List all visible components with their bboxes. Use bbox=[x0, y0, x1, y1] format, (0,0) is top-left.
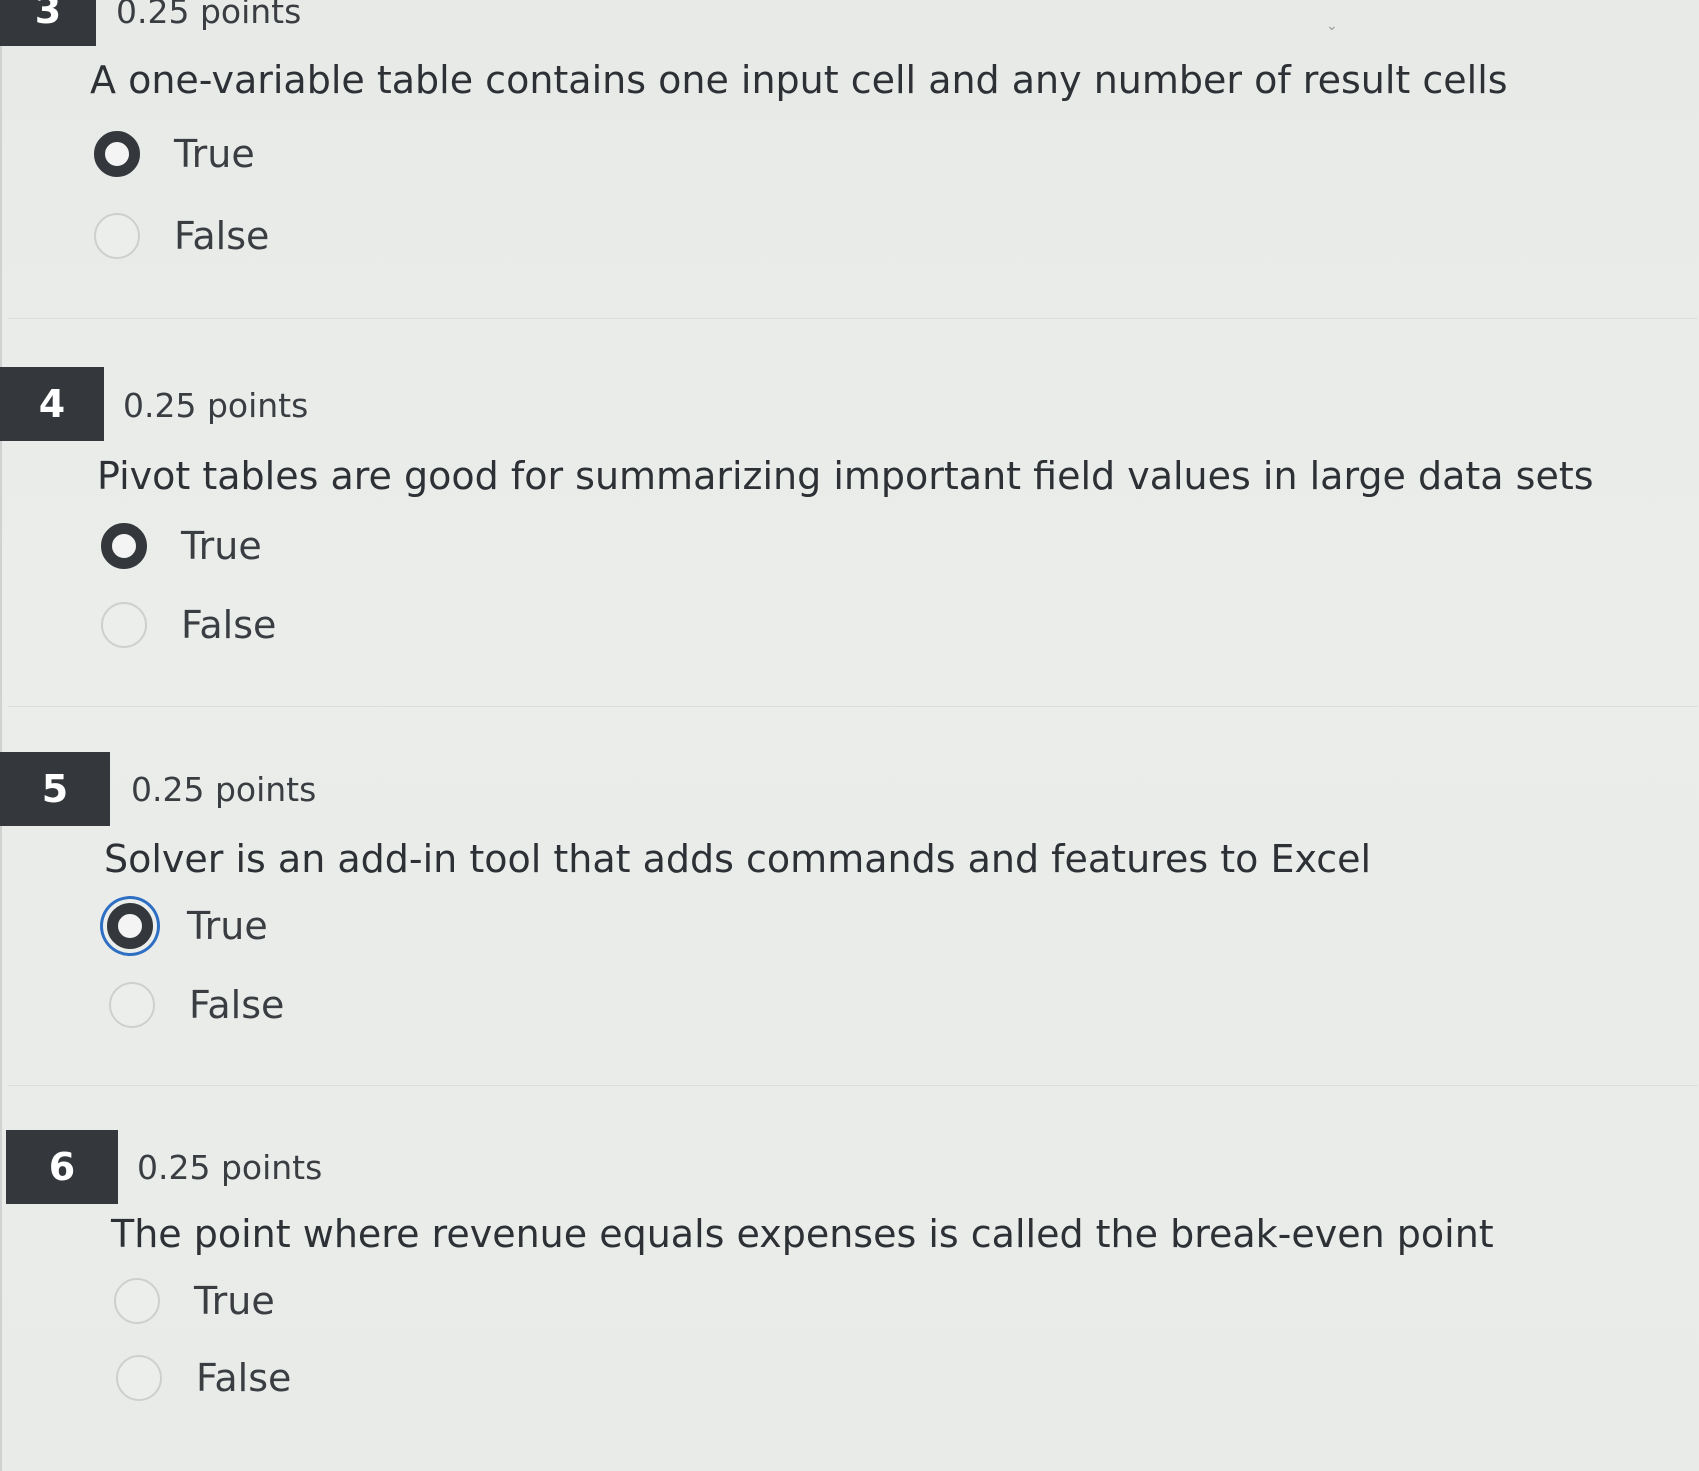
stray-mark: ⌄ bbox=[1326, 18, 1338, 34]
option-label: False bbox=[174, 214, 270, 258]
option-label: True bbox=[194, 1279, 275, 1323]
option-label: True bbox=[181, 524, 262, 568]
page-left-border bbox=[0, 0, 2, 1471]
option-false[interactable]: False bbox=[109, 977, 284, 1033]
option-label: False bbox=[181, 603, 277, 647]
question-points: 0.25 points bbox=[116, 0, 302, 31]
option-false[interactable]: False bbox=[94, 208, 269, 264]
option-true[interactable]: True bbox=[94, 126, 255, 182]
option-label: True bbox=[174, 132, 255, 176]
question-points: 0.25 points bbox=[123, 386, 309, 425]
option-label: True bbox=[187, 904, 268, 948]
radio-selected-icon[interactable] bbox=[101, 523, 147, 569]
radio-empty-icon[interactable] bbox=[114, 1278, 160, 1324]
question-points: 0.25 points bbox=[137, 1148, 323, 1187]
radio-empty-icon[interactable] bbox=[94, 213, 140, 259]
radio-selected-focused-icon[interactable] bbox=[107, 903, 153, 949]
question-number-badge: 6 bbox=[6, 1130, 118, 1204]
radio-empty-icon[interactable] bbox=[116, 1355, 162, 1401]
option-true[interactable]: True bbox=[107, 898, 268, 954]
question-divider bbox=[8, 318, 1698, 319]
radio-empty-icon[interactable] bbox=[109, 982, 155, 1028]
question-text: A one-variable table contains one input … bbox=[90, 58, 1508, 102]
option-false[interactable]: False bbox=[116, 1350, 291, 1406]
option-false[interactable]: False bbox=[101, 597, 276, 653]
radio-selected-icon[interactable] bbox=[94, 131, 140, 177]
question-number-badge: 5 bbox=[0, 752, 110, 826]
option-true[interactable]: True bbox=[101, 518, 262, 574]
question-text: Solver is an add-in tool that adds comma… bbox=[104, 837, 1372, 881]
question-text: The point where revenue equals expenses … bbox=[111, 1212, 1494, 1256]
question-text: Pivot tables are good for summarizing im… bbox=[97, 454, 1594, 498]
option-true[interactable]: True bbox=[114, 1273, 275, 1329]
quiz-page: 3 0.25 points A one-variable table conta… bbox=[0, 0, 1699, 1471]
question-number-badge: 3 bbox=[0, 0, 96, 46]
question-divider bbox=[8, 1085, 1698, 1086]
option-label: False bbox=[189, 983, 285, 1027]
radio-empty-icon[interactable] bbox=[101, 602, 147, 648]
question-divider bbox=[8, 706, 1698, 707]
question-points: 0.25 points bbox=[131, 770, 317, 809]
option-label: False bbox=[196, 1356, 292, 1400]
question-number-badge: 4 bbox=[0, 367, 104, 441]
